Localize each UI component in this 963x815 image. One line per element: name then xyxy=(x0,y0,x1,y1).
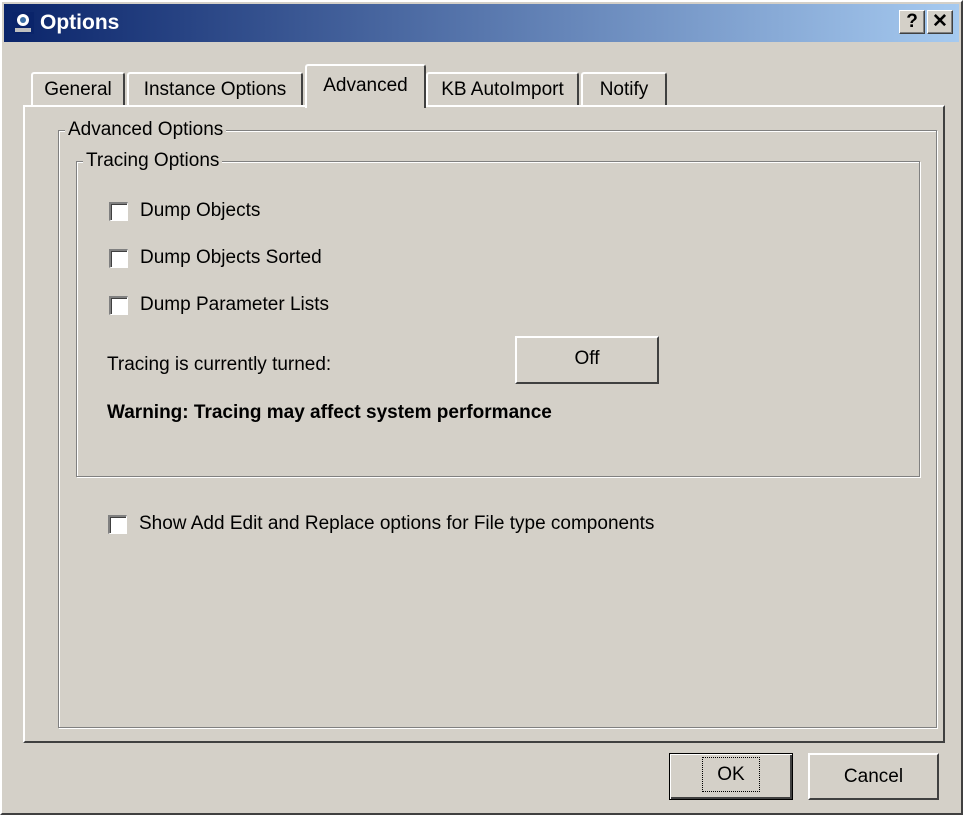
close-icon: ✕ xyxy=(932,11,948,32)
cancel-button[interactable]: Cancel xyxy=(808,753,939,800)
close-button[interactable]: ✕ xyxy=(927,10,953,34)
dump-objects-sorted-checkbox[interactable] xyxy=(109,248,128,268)
file-type-options-checkbox[interactable] xyxy=(108,514,127,534)
tab-label: General xyxy=(44,79,112,100)
ok-label: OK xyxy=(702,757,760,792)
help-button[interactable]: ? xyxy=(899,10,925,34)
dump-objects-sorted-option[interactable]: Dump Objects Sorted xyxy=(109,247,322,269)
tab-instance-options[interactable]: Instance Options xyxy=(127,72,303,108)
title-bar[interactable]: Options ? ✕ xyxy=(4,4,959,42)
tracing-status-label: Tracing is currently turned: xyxy=(107,354,332,375)
window-title: Options xyxy=(40,11,120,34)
ok-button[interactable]: OK xyxy=(669,753,793,800)
options-app-icon xyxy=(12,12,34,34)
tab-advanced[interactable]: Advanced xyxy=(305,64,426,108)
advanced-options-legend: Advanced Options xyxy=(65,118,227,142)
tracing-options-group: Tracing Options Dump Objects Dump Object… xyxy=(76,149,920,477)
file-type-options-label: Show Add Edit and Replace options for Fi… xyxy=(139,513,655,534)
tab-label: KB AutoImport xyxy=(441,79,564,100)
dump-parameter-lists-option[interactable]: Dump Parameter Lists xyxy=(109,294,329,316)
tab-notify[interactable]: Notify xyxy=(581,72,667,108)
tab-kb-autoimport[interactable]: KB AutoImport xyxy=(426,72,579,108)
dump-objects-checkbox[interactable] xyxy=(109,201,128,221)
tracing-options-legend: Tracing Options xyxy=(83,149,223,173)
tab-general[interactable]: General xyxy=(31,72,125,108)
options-dialog: Options ? ✕ General Instance Options Adv… xyxy=(0,0,963,815)
tab-label: Advanced xyxy=(323,75,408,96)
advanced-options-group: Advanced Options Tracing Options Dump Ob… xyxy=(58,118,937,728)
tracing-toggle-button[interactable]: Off xyxy=(515,336,659,384)
dump-objects-option[interactable]: Dump Objects xyxy=(109,200,260,222)
tracing-warning: Warning: Tracing may affect system perfo… xyxy=(107,402,552,423)
tab-label: Instance Options xyxy=(143,79,287,100)
dump-parameter-lists-checkbox[interactable] xyxy=(109,295,128,315)
dump-objects-label: Dump Objects xyxy=(140,200,261,221)
dump-objects-sorted-label: Dump Objects Sorted xyxy=(140,247,322,268)
tab-label: Notify xyxy=(599,79,649,100)
file-type-options-option[interactable]: Show Add Edit and Replace options for Fi… xyxy=(108,513,654,535)
advanced-tab-panel: Advanced Options Tracing Options Dump Ob… xyxy=(23,105,945,743)
dump-parameter-lists-label: Dump Parameter Lists xyxy=(140,294,330,315)
